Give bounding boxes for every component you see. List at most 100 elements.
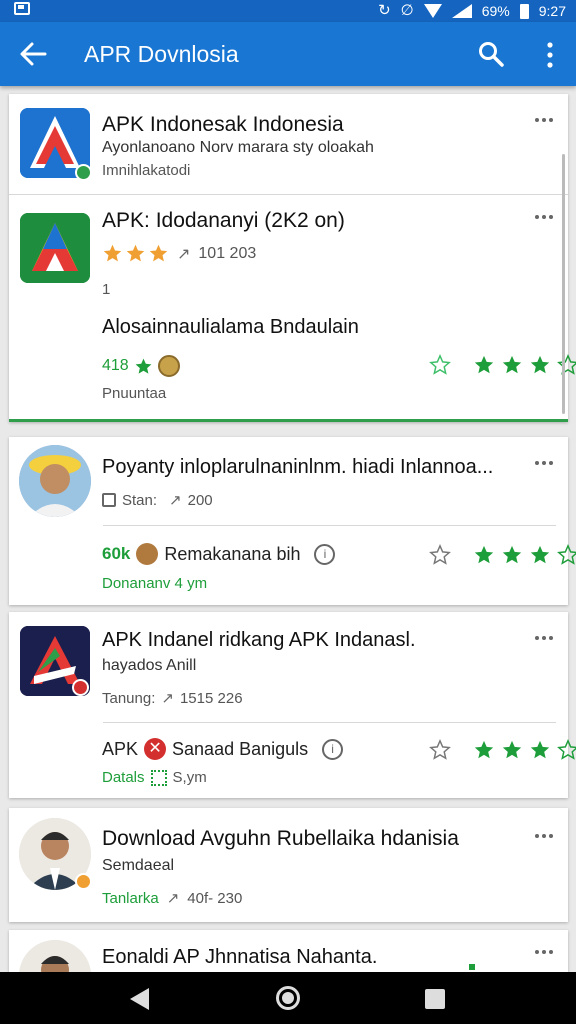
user-avatar-icon — [157, 355, 180, 377]
app-list-card: APK Indonesak Indonesia Ayonlanoano Norv… — [9, 94, 576, 422]
link-icon: ↗ — [166, 890, 180, 907]
star-outline-icon[interactable] — [557, 354, 576, 376]
app-meta: Imnihlakatodi — [102, 162, 191, 179]
list-item[interactable]: APK Indonesak Indonesia Ayonlanoano Norv… — [9, 94, 568, 194]
divider — [103, 722, 556, 723]
stats-label: Stan: — [122, 491, 158, 509]
detail-label: Sanaad Baniguls — [172, 738, 309, 759]
app-bar: APR Dovnlosia — [0, 22, 576, 86]
app-title: APK Indanel ridkang APK Indanasl. — [102, 629, 416, 651]
star-filled-icon — [126, 244, 145, 262]
detail-row: APK ✕ Sanaad Baniguls i — [102, 738, 344, 760]
item-menu-icon[interactable] — [534, 950, 554, 956]
link-icon: ↗ — [169, 492, 182, 509]
detail-row: 60k Remakanana bih i — [102, 543, 336, 565]
error-icon: ✕ — [144, 738, 167, 760]
sync-icon: ↻ — [378, 2, 391, 19]
rating-stars[interactable] — [429, 354, 576, 376]
detail-prefix: APK — [102, 738, 139, 759]
rating-text: 101 203 — [198, 244, 257, 262]
info-icon[interactable]: i — [322, 738, 344, 760]
footer-label: Datals — [102, 769, 145, 786]
app-subtitle: hayados Anill — [102, 657, 197, 674]
nav-recents-icon[interactable] — [425, 989, 445, 1009]
star-outline-icon[interactable] — [429, 544, 451, 566]
star-filled-icon[interactable] — [473, 354, 495, 376]
star-filled-icon[interactable] — [501, 739, 523, 761]
meta-value: 1515 226 — [179, 689, 243, 707]
item-menu-icon[interactable] — [534, 461, 554, 467]
star-filled-icon[interactable] — [501, 544, 523, 566]
divider — [103, 525, 556, 526]
stats-row: Stan: ↗ 200 — [102, 491, 213, 509]
footer-row: Datals S,ym — [102, 769, 207, 786]
search-icon[interactable] — [478, 41, 504, 67]
app-description: Alosainnaulialama Bndaulain — [102, 316, 359, 338]
verified-badge-icon — [75, 164, 92, 181]
app-list-card[interactable]: Download Avguhn Rubellaika hdanisia Semd… — [9, 808, 568, 922]
rating-row: ↗ 101 203 — [102, 243, 256, 264]
link-icon: ↗ — [161, 690, 174, 707]
app-title: Eonaldi AP Jhnnatisa Nahanta. — [102, 946, 378, 968]
app-title: Download Avguhn Rubellaika hdanisia — [102, 827, 459, 850]
page-title: APR Dovnlosia — [84, 41, 239, 67]
star-filled-icon[interactable] — [473, 739, 495, 761]
overflow-menu-icon[interactable] — [544, 42, 556, 68]
meta-label: Tanung: — [102, 689, 156, 707]
mute-icon: ∅ — [400, 2, 414, 19]
star-outline-icon[interactable] — [429, 739, 451, 761]
status-time: 9:27 — [538, 3, 566, 19]
footer-value: S,ym — [172, 769, 207, 786]
rating-stars[interactable] — [429, 739, 576, 761]
item-menu-icon[interactable] — [534, 118, 554, 124]
scrollbar[interactable] — [562, 154, 565, 414]
app-logo-icon — [20, 213, 90, 283]
progress-dot-icon — [469, 964, 475, 970]
app-list-card[interactable]: APK Indanel ridkang APK Indanasl. hayado… — [9, 612, 576, 798]
item-menu-icon[interactable] — [534, 834, 554, 840]
status-badge-icon — [75, 873, 92, 890]
nav-home-icon[interactable] — [276, 986, 300, 1010]
grid-icon — [150, 769, 167, 786]
app-title: APK: Idodananyi (2K2 on) — [102, 209, 345, 232]
list-item[interactable]: APK: Idodananyi (2K2 on) ↗ 101 203 1 Alo… — [9, 195, 576, 419]
star-outline-icon[interactable] — [557, 544, 576, 566]
battery-percent: 69% — [481, 3, 510, 19]
star-filled-icon[interactable] — [529, 354, 551, 376]
error-badge-icon — [72, 679, 89, 696]
detail-label: Remakanana bih — [164, 543, 301, 564]
app-footer: Donananv 4 ym — [102, 575, 208, 592]
nav-back-icon[interactable] — [130, 988, 149, 1010]
link-icon: ↗ — [177, 245, 191, 263]
avatar — [19, 445, 91, 517]
meta-label: Tanlarka — [102, 889, 159, 907]
rating-stars[interactable] — [429, 544, 576, 566]
user-avatar-icon — [136, 543, 159, 565]
star-filled-icon — [135, 358, 152, 374]
star-outline-icon[interactable] — [429, 354, 451, 376]
signal-icon — [451, 4, 472, 18]
star-filled-icon — [103, 244, 122, 262]
info-icon[interactable]: i — [314, 543, 336, 565]
status-bar: ↻ ∅ 69% 9:27 — [0, 0, 576, 22]
star-filled-icon[interactable] — [529, 739, 551, 761]
star-filled-icon[interactable] — [473, 544, 495, 566]
app-title: Poyanty inloplarulnaninlnm. hiadi Inlann… — [102, 456, 494, 478]
star-filled-icon — [149, 244, 168, 262]
item-menu-icon[interactable] — [534, 636, 554, 642]
stats-row: Tanlarka ↗ 40f- 230 — [102, 889, 242, 908]
app-list-card[interactable]: Poyanty inloplarulnaninlnm. hiadi Inlann… — [9, 437, 576, 605]
rating-count: 418 — [102, 357, 129, 374]
app-subtitle: Semdaeal — [102, 857, 175, 874]
wifi-icon — [423, 4, 442, 18]
item-menu-icon[interactable] — [534, 215, 554, 221]
star-filled-icon[interactable] — [529, 544, 551, 566]
battery-icon — [519, 3, 529, 19]
stats-row: 418 — [102, 355, 180, 377]
star-outline-icon[interactable] — [557, 739, 576, 761]
system-navigation-bar — [0, 972, 576, 1024]
download-count: 200 — [187, 491, 213, 509]
back-arrow-icon[interactable] — [18, 40, 48, 68]
star-filled-icon[interactable] — [501, 354, 523, 376]
app-footer: Pnuuntaa — [102, 385, 167, 402]
